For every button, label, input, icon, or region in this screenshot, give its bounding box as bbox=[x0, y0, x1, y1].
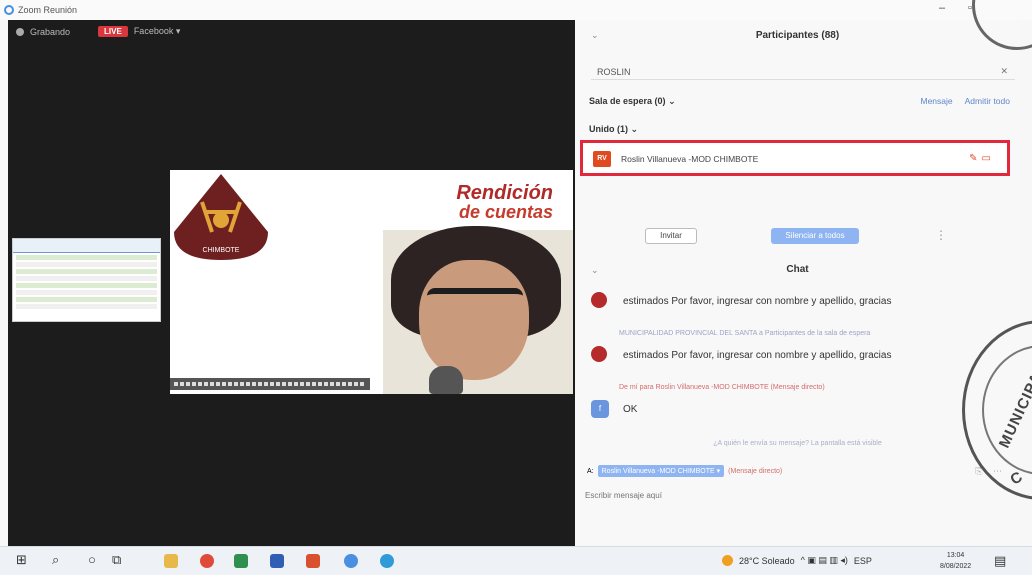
chat-recipient-row: A: Roslin Villanueva -MOD CHIMBOTE ▾ (Me… bbox=[587, 465, 782, 477]
taskbar: ⊞ ⌕ ○ ⧉ 28°C Soleado ^ ▣ ▤ ▥ ◂) ESP 13:0… bbox=[0, 546, 1032, 575]
thumbnail-header bbox=[13, 239, 160, 253]
thumbnail-row bbox=[16, 304, 157, 309]
chat-message: estimados Por favor, ingresar con nombre… bbox=[623, 296, 892, 307]
waiting-room-header[interactable]: Sala de espera (0) ⌄ bbox=[589, 96, 676, 107]
chrome-icon[interactable] bbox=[200, 554, 214, 568]
mute-all-button[interactable]: Silenciar a todos bbox=[771, 228, 859, 244]
weather-icon bbox=[722, 555, 733, 566]
language-indicator[interactable]: ESP bbox=[854, 556, 872, 566]
participant-avatar: RV bbox=[593, 151, 611, 167]
slide-headline-2: de cuentas bbox=[458, 202, 553, 222]
thumbnail-row bbox=[16, 283, 157, 288]
chat-message-meta: MUNICIPALIDAD PROVINCIAL DEL SANTA a Par… bbox=[619, 330, 871, 337]
screen: { "window": { "title": "Zoom Reunión", "… bbox=[0, 0, 1032, 575]
tray-icons[interactable]: ^ ▣ ▤ ▥ ◂) bbox=[801, 555, 848, 566]
chevron-down-icon: ⌄ bbox=[668, 96, 676, 106]
to-label: A: bbox=[587, 467, 594, 475]
system-tray: 28°C Soleado ^ ▣ ▤ ▥ ◂) ESP bbox=[722, 555, 872, 566]
admit-all-button[interactable]: Admitir todo bbox=[965, 96, 1010, 106]
chat-notice: ¿A quién le envía su mensaje? La pantall… bbox=[713, 440, 882, 447]
live-badge[interactable]: LIVE bbox=[98, 26, 128, 37]
chat-message-meta: De mí para Roslin Villanueva -MOD CHIMBO… bbox=[619, 384, 825, 391]
chat-message: estimados Por favor, ingresar con nombre… bbox=[623, 350, 892, 361]
recording-label: Grabando bbox=[30, 26, 71, 37]
more-options-icon[interactable]: ⋮ bbox=[935, 228, 947, 242]
zoom-taskbar-icon[interactable] bbox=[344, 554, 358, 568]
side-panel: ⌄ Participantes (88) ROSLIN ✕ Sala de es… bbox=[575, 20, 1020, 546]
title-bar: Zoom Reunión – ▫ bbox=[0, 0, 1032, 20]
participants-title: Participantes (88) bbox=[755, 30, 840, 41]
clear-search-icon[interactable]: ✕ bbox=[1000, 66, 1008, 77]
search-icon[interactable]: ⌕ bbox=[52, 552, 59, 568]
thumbnail-row bbox=[16, 297, 157, 302]
thumbnail-row bbox=[16, 290, 157, 295]
video-area[interactable]: Grabando LIVE Facebook ▾ CHIMBOTE Rendic… bbox=[8, 20, 575, 546]
clock-date: 8/08/2022 bbox=[940, 563, 972, 570]
windows-start-icon[interactable]: ⊞ bbox=[16, 552, 27, 568]
participant-search-input[interactable]: ROSLIN bbox=[591, 64, 1015, 80]
edge-icon[interactable] bbox=[380, 554, 394, 568]
self-avatar-icon: f bbox=[591, 400, 609, 418]
clock[interactable]: 13:04 8/08/2022 bbox=[940, 550, 971, 572]
microphone bbox=[429, 366, 463, 394]
participants-actions: Invitar Silenciar a todos ⋮ bbox=[575, 228, 1020, 248]
minimize-button[interactable]: – bbox=[934, 2, 950, 14]
zoom-app-icon bbox=[4, 5, 14, 15]
chat-message-input[interactable] bbox=[585, 486, 1005, 504]
stream-target-menu[interactable]: Facebook ▾ bbox=[134, 26, 181, 37]
invite-button[interactable]: Invitar bbox=[645, 228, 697, 244]
weather-text[interactable]: 28°C Soleado bbox=[739, 556, 795, 566]
direct-message-label: (Mensaje directo) bbox=[728, 467, 783, 475]
sender-logo-icon bbox=[591, 292, 607, 308]
recipient-dropdown[interactable]: Roslin Villanueva -MOD CHIMBOTE ▾ bbox=[597, 465, 725, 477]
sender-logo-icon bbox=[591, 346, 607, 362]
participant-name: Roslin Villanueva -MOD CHIMBOTE bbox=[621, 154, 759, 164]
speaker-glasses bbox=[427, 288, 523, 306]
recording-icon bbox=[16, 27, 24, 36]
recording-bar: Grabando LIVE Facebook ▾ bbox=[16, 26, 180, 37]
muted-mic-video-icon[interactable]: ✎▭ bbox=[969, 153, 995, 164]
thumbnail-row bbox=[16, 269, 157, 274]
chat-title: Chat bbox=[786, 264, 809, 275]
active-speaker-video[interactable]: CHIMBOTE Rendición de cuentas bbox=[170, 170, 573, 394]
joined-header[interactable]: Unido (1) ⌄ bbox=[589, 124, 638, 135]
logo-text: CHIMBOTE bbox=[203, 247, 240, 254]
cortana-icon[interactable]: ○ bbox=[88, 552, 96, 567]
window-title: Zoom Reunión bbox=[18, 5, 78, 15]
thumbnail-row bbox=[16, 262, 157, 267]
waiting-room-label: Sala de espera (0) bbox=[589, 96, 666, 106]
speaker-face bbox=[419, 260, 529, 380]
waiting-room-actions: Mensaje Admitir todo bbox=[921, 96, 1011, 106]
chimbote-logo-icon: CHIMBOTE bbox=[174, 174, 268, 260]
thumbnail-row bbox=[16, 255, 157, 260]
chat-message: OK bbox=[623, 404, 638, 415]
clock-time: 13:04 bbox=[946, 552, 965, 559]
task-view-icon[interactable]: ⧉ bbox=[112, 552, 121, 568]
powerpoint-icon[interactable] bbox=[306, 554, 320, 568]
notification-icon[interactable]: ▤ bbox=[994, 553, 1006, 569]
thumbnail-row bbox=[16, 276, 157, 281]
slide-headline: Rendición bbox=[456, 182, 553, 204]
chevron-down-icon: ⌄ bbox=[630, 124, 639, 134]
waiting-message-button[interactable]: Mensaje bbox=[921, 96, 953, 106]
caption-strip bbox=[170, 378, 370, 390]
word-icon[interactable] bbox=[270, 554, 284, 568]
participant-row[interactable]: RV Roslin Villanueva -MOD CHIMBOTE ✎▭ bbox=[580, 140, 1010, 176]
shared-spreadsheet-thumbnail[interactable] bbox=[12, 238, 161, 322]
file-explorer-icon[interactable] bbox=[164, 554, 178, 568]
joined-label: Unido (1) bbox=[589, 124, 628, 134]
excel-icon[interactable] bbox=[234, 554, 248, 568]
